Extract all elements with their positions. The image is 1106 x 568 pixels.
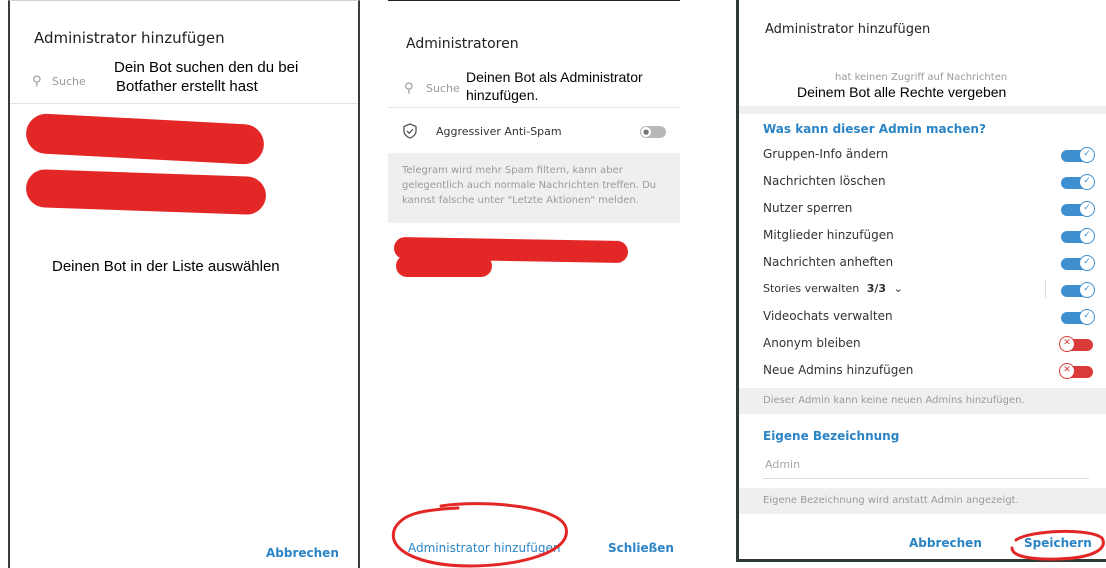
check-icon: ✓ — [1079, 282, 1095, 298]
chevron-down-icon: ⌄ — [893, 282, 903, 295]
annotation-line2: hinzufügen. — [466, 87, 539, 103]
no-access-note: hat keinen Zugriff auf Nachrichten — [835, 72, 1008, 83]
perm-manage-stories-toggle[interactable]: ✓ — [1061, 282, 1095, 298]
check-icon: ✓ — [1079, 201, 1095, 217]
perm-delete-messages-label: Nachrichten löschen — [763, 174, 886, 188]
hint-line: gelegentlich auch normale Nachrichten tr… — [402, 180, 657, 191]
annotation-search-line1: Dein Bot suchen den du bei — [114, 59, 299, 76]
check-icon: ✓ — [1079, 147, 1095, 163]
dialog-title: Administrator hinzufügen — [34, 29, 225, 47]
antispam-label: Aggressiver Anti-Spam — [436, 125, 562, 138]
custom-title-field[interactable] — [763, 452, 1093, 479]
admins-note: Dieser Admin kann keine neuen Admins hin… — [739, 388, 1106, 414]
perm-ban-users-label: Nutzer sperren — [763, 201, 853, 215]
hint-line: kannst falsche unter "Letzte Aktionen" m… — [402, 195, 639, 206]
perm-manage-videochats-toggle[interactable]: ✓ — [1061, 309, 1095, 325]
search-placeholder: Suche — [52, 75, 86, 88]
dialog-title: Administratoren — [406, 36, 519, 52]
divider — [1045, 280, 1046, 298]
search-bar[interactable]: ⚲ Suche Deinen Bot als Administrator hin… — [388, 63, 680, 108]
close-icon: ✕ — [1059, 363, 1075, 379]
perm-pin-messages-label: Nachrichten anheften — [763, 255, 894, 269]
search-icon: ⚲ — [32, 74, 42, 89]
shield-icon — [403, 123, 417, 139]
add-admin-rights-dialog: Administrator hinzufügen hat keinen Zugr… — [736, 0, 1106, 562]
perm-ban-users-toggle[interactable]: ✓ — [1061, 201, 1095, 217]
antispam-hint: Telegram wird mehr Spam filtern, kann ab… — [388, 153, 680, 223]
annotation-line1: Deinen Bot als Administrator — [466, 69, 643, 85]
dialog-title: Administrator hinzufügen — [765, 22, 931, 37]
close-button[interactable]: Schließen — [608, 541, 674, 555]
perm-change-info-label: Gruppen-Info ändern — [763, 147, 889, 161]
perm-add-admins-label: Neue Admins hinzufügen — [763, 363, 914, 377]
stories-count: 3/3 — [866, 282, 887, 295]
search-placeholder: Suche — [426, 82, 460, 95]
custom-title-heading: Eigene Bezeichnung — [763, 429, 900, 443]
perm-manage-stories-row[interactable]: Stories verwalten 3/3 ⌄ — [763, 282, 903, 295]
perm-add-members-toggle[interactable]: ✓ — [1061, 228, 1095, 244]
annotation-select-bot: Deinen Bot in der Liste auswählen — [52, 258, 280, 275]
antispam-row[interactable]: Aggressiver Anti-Spam ● — [388, 111, 680, 154]
search-bar[interactable]: ⚲ Suche Dein Bot suchen den du bei Botfa… — [10, 57, 358, 104]
perm-add-admins-toggle[interactable]: ✕ — [1059, 363, 1093, 379]
perm-manage-stories-label: Stories verwalten — [763, 282, 860, 295]
perm-add-members-label: Mitglieder hinzufügen — [763, 228, 894, 242]
annotation-search-line2: Botfather erstellt hast — [116, 78, 258, 95]
perm-change-info-toggle[interactable]: ✓ — [1061, 147, 1095, 163]
antispam-toggle[interactable]: ● — [640, 126, 666, 138]
cancel-button[interactable]: Abbrechen — [266, 546, 339, 560]
add-admin-dialog-1: Administrator hinzufügen ⚲ Suche Dein Bo… — [8, 0, 360, 568]
custom-title-input[interactable] — [763, 452, 1093, 476]
perm-pin-messages-toggle[interactable]: ✓ — [1061, 255, 1095, 271]
lock-icon: ● — [641, 127, 651, 137]
perm-delete-messages-toggle[interactable]: ✓ — [1061, 174, 1095, 190]
permissions-heading: Was kann dieser Admin machen? — [763, 122, 986, 136]
check-icon: ✓ — [1079, 255, 1095, 271]
redacted-list-item[interactable] — [25, 168, 267, 216]
perm-manage-videochats-label: Videochats verwalten — [763, 309, 893, 323]
redacted-list-item[interactable] — [25, 112, 265, 166]
administrators-dialog: Administratoren ⚲ Suche Deinen Bot als A… — [388, 0, 680, 568]
close-icon: ✕ — [1059, 336, 1075, 352]
perm-remain-anonymous-label: Anonym bleiben — [763, 336, 861, 350]
add-administrator-button[interactable]: Administrator hinzufügen — [408, 541, 561, 555]
cancel-button[interactable]: Abbrechen — [909, 536, 982, 550]
search-icon: ⚲ — [404, 81, 414, 96]
check-icon: ✓ — [1079, 228, 1095, 244]
perm-remain-anonymous-toggle[interactable]: ✕ — [1059, 336, 1093, 352]
divider — [739, 106, 1106, 114]
custom-title-note: Eigene Bezeichnung wird anstatt Admin an… — [739, 488, 1106, 514]
check-icon: ✓ — [1079, 174, 1095, 190]
hint-line: Telegram wird mehr Spam filtern, kann ab… — [402, 165, 623, 176]
redacted-admin-entry[interactable] — [396, 255, 492, 277]
check-icon: ✓ — [1079, 309, 1095, 325]
save-button[interactable]: Speichern — [1024, 536, 1092, 550]
annotation-all-rights: Deinem Bot alle Rechte vergeben — [797, 84, 1007, 100]
